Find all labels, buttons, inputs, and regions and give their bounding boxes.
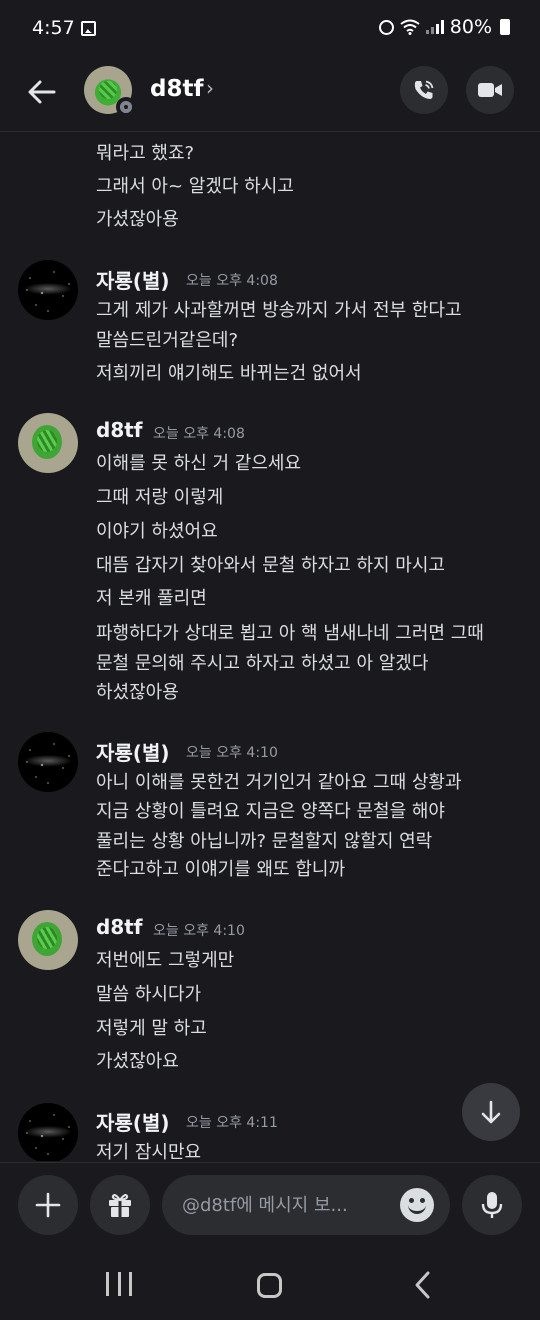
chevron-right-icon[interactable]: › — [206, 76, 214, 100]
message-composer — [0, 1162, 540, 1248]
message-text: 준다고하고 이얘기를 왜또 합니까 — [96, 859, 346, 880]
battery-icon — [500, 19, 510, 35]
chat-header: d8tf › — [0, 56, 540, 132]
message-text: 말씀 하시다가 — [96, 984, 202, 1005]
user-avatar[interactable] — [18, 1103, 78, 1161]
system-back-button[interactable] — [410, 1270, 436, 1300]
battery-percent: 80% — [449, 16, 492, 38]
message-text: 저기 잠시만요 — [96, 1142, 202, 1161]
status-time: 4:57 — [32, 17, 75, 39]
message-text: 저렇게 말 하고 — [96, 1018, 207, 1039]
recent-apps-button[interactable] — [106, 1272, 132, 1296]
arrow-down-icon — [481, 1100, 501, 1124]
alarm-icon — [378, 19, 394, 35]
message-text: 파행하다가 상대로 뵙고 아 핵 냄새나네 그러면 그때 — [96, 623, 484, 644]
system-navigation-bar — [0, 1248, 540, 1320]
user-avatar[interactable] — [18, 413, 78, 473]
message-text: 이야기 하셨어요 — [96, 521, 218, 542]
message-text: 문철 문의해 주시고 하자고 하셨고 아 알겠다 — [96, 653, 429, 674]
header-username[interactable]: d8tf — [150, 76, 203, 102]
message-author[interactable]: 자룡(별) — [96, 1107, 169, 1136]
message-list[interactable]: 뭐라고 했죠? 그래서 아~ 알겠다 하시고 가셨잖아용 자룡(별) 오늘 오후… — [0, 133, 540, 1161]
message-timestamp: 오늘 오후 4:08 — [153, 426, 245, 442]
arrow-left-icon — [28, 80, 56, 104]
message-timestamp: 오늘 오후 4:10 — [153, 923, 245, 939]
message-text: 저 본캐 풀리면 — [96, 588, 207, 609]
message-text: 그게 제가 사과할꺼면 방송까지 가서 전부 한다고 — [96, 300, 462, 321]
phone-icon — [414, 80, 434, 99]
message-input[interactable] — [182, 1175, 402, 1235]
gift-icon — [109, 1194, 131, 1217]
back-button[interactable] — [24, 74, 60, 110]
message-text: 그래서 아~ 알겠다 하시고 — [96, 176, 294, 197]
user-avatar[interactable] — [18, 732, 78, 792]
message-timestamp: 오늘 오후 4:08 — [186, 273, 278, 289]
signal-icon — [425, 20, 444, 34]
message-text: 저번에도 그렇게만 — [96, 950, 235, 971]
message-text: 가셨잖아용 — [96, 209, 179, 230]
offline-status-indicator — [116, 97, 136, 117]
message-text: 아니 이해를 못한건 거기인거 같아요 그때 상황과 — [96, 772, 462, 793]
voice-call-button[interactable] — [400, 66, 448, 114]
video-call-button[interactable] — [466, 66, 514, 114]
message-text: 하셨잖아용 — [96, 682, 179, 703]
message-text: 뭐라고 했죠? — [96, 143, 195, 164]
attach-button[interactable] — [18, 1175, 78, 1235]
jump-to-latest-button[interactable] — [462, 1083, 520, 1141]
status-bar: 4:57 80% — [0, 0, 540, 56]
message-author[interactable]: d8tf — [96, 915, 143, 939]
message-text: 풀리는 상황 아닙니까? 문철할지 않할지 연락 — [96, 831, 433, 852]
message-author[interactable]: d8tf — [96, 418, 143, 442]
message-text: 말씀드린거같은데? — [96, 330, 239, 351]
voice-message-button[interactable] — [462, 1175, 522, 1235]
gift-button[interactable] — [90, 1175, 150, 1235]
microphone-icon — [481, 1192, 503, 1218]
message-text: 지금 상황이 틀려요 지금은 양쪽다 문철을 해야 — [96, 801, 445, 822]
message-text: 저희끼리 얘기해도 바뀌는건 없어서 — [96, 363, 362, 384]
home-button[interactable] — [257, 1273, 282, 1298]
gallery-notification-icon — [81, 21, 96, 36]
wifi-icon — [400, 19, 420, 35]
message-text: 대뜸 갑자기 찾아와서 문철 하자고 하지 마시고 — [96, 555, 445, 576]
user-avatar[interactable] — [18, 260, 78, 320]
message-text: 그때 저랑 이렇게 — [96, 487, 224, 508]
emoji-icon[interactable] — [400, 1188, 434, 1222]
user-avatar[interactable] — [18, 910, 78, 970]
message-input-container[interactable] — [162, 1175, 450, 1235]
message-text: 가셨잖아요 — [96, 1051, 179, 1072]
message-timestamp: 오늘 오후 4:10 — [186, 745, 278, 761]
video-camera-icon — [478, 83, 502, 97]
message-author[interactable]: 자룡(별) — [96, 265, 169, 294]
message-author[interactable]: 자룡(별) — [96, 737, 169, 766]
status-icons: 80% — [378, 16, 510, 38]
message-timestamp: 오늘 오후 4:11 — [186, 1115, 278, 1131]
message-text: 이해를 못 하신 거 같으세요 — [96, 453, 302, 474]
plus-icon — [35, 1192, 61, 1218]
